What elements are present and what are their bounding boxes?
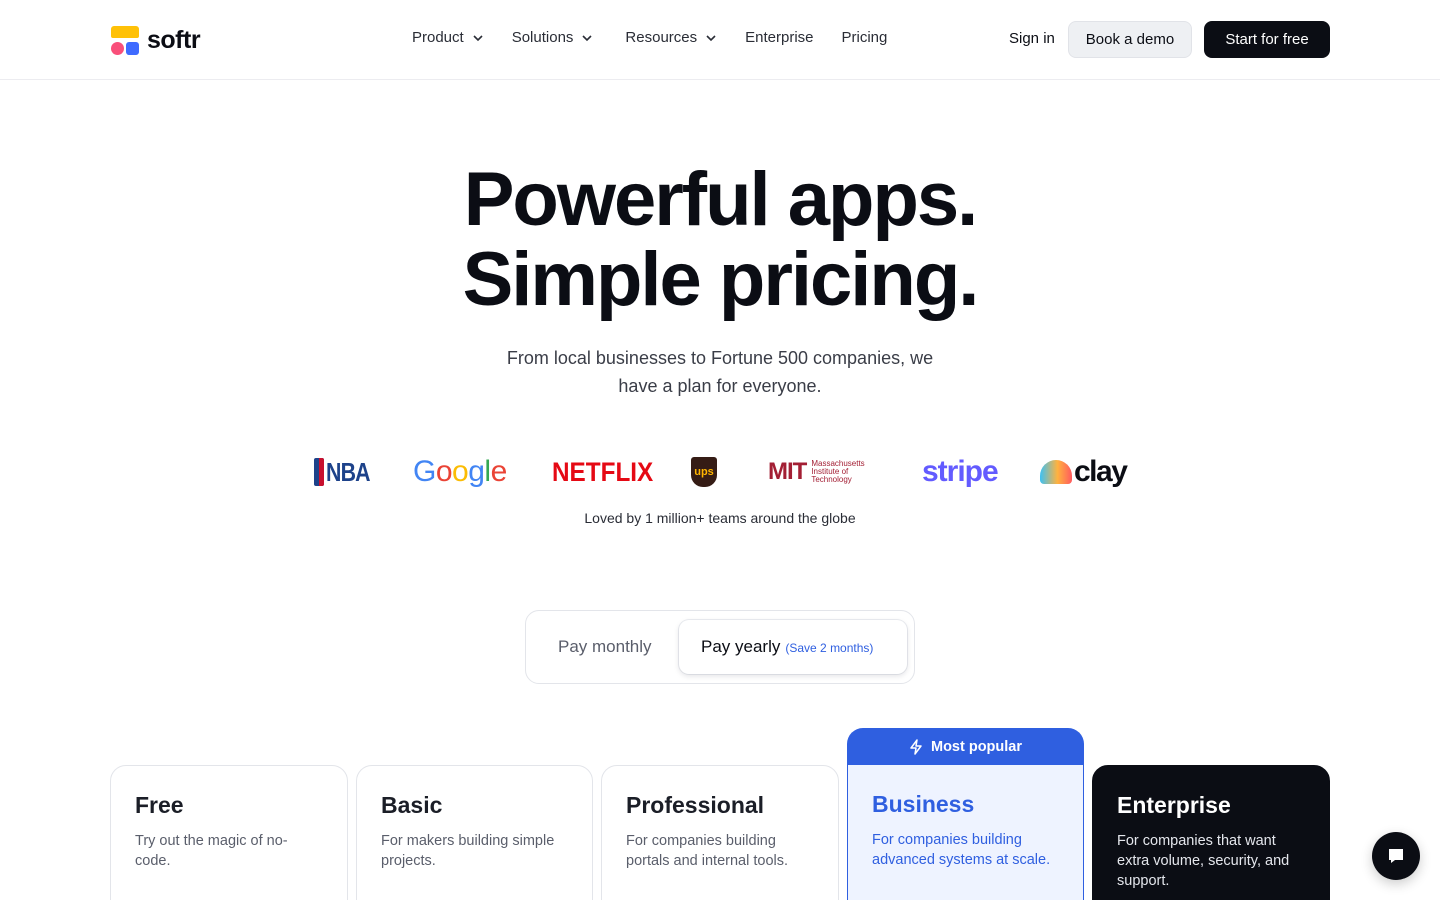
logo-text: softr: [147, 25, 201, 54]
billing-toggle: Pay monthly Pay yearly (Save 2 months): [525, 610, 915, 684]
google-letter: o: [435, 455, 453, 488]
plan-description: For companies building advanced systems …: [872, 832, 1051, 868]
nav-enterprise[interactable]: Enterprise: [745, 29, 813, 46]
book-demo-button[interactable]: Book a demo: [1068, 21, 1192, 58]
plan-card-professional: Professional For companies building port…: [601, 765, 839, 900]
nav-product-label: Product: [412, 29, 464, 46]
pay-yearly-label: Pay yearly: [701, 637, 781, 656]
site-header: softr Product Solutions Resources Enterp…: [0, 0, 1440, 80]
most-popular-badge: Most popular: [847, 728, 1084, 766]
plan-name: Business: [872, 791, 975, 817]
plan-description: For companies building portals and inter…: [626, 833, 789, 869]
plan-description: Try out the magic of no-code.: [135, 833, 288, 869]
chevron-down-icon: [582, 34, 592, 41]
start-free-button[interactable]: Start for free: [1204, 21, 1330, 58]
hero-title-line2: Simple pricing.: [462, 237, 980, 322]
pay-yearly-option[interactable]: Pay yearly (Save 2 months): [679, 620, 907, 674]
ups-shield-icon: ups: [691, 457, 717, 487]
plan-description: For makers building simple projects.: [381, 833, 555, 869]
google-letter: o: [452, 455, 469, 488]
clay-mark-icon: [1040, 460, 1072, 484]
plan-card-business: Business For companies building advanced…: [847, 765, 1084, 900]
plan-name: Free: [135, 792, 184, 818]
hero-title: Powerful apps. Simple pricing.: [320, 160, 1120, 320]
nav-resources[interactable]: Resources: [625, 29, 717, 46]
nav-resources-label: Resources: [625, 29, 698, 46]
google-letter: G: [413, 455, 436, 488]
hero-title-line1: Powerful apps.: [463, 157, 979, 242]
nav-enterprise-label: Enterprise: [745, 29, 814, 46]
customer-logos: NBA Google NETFLIX ups MIT Massachusetts…: [300, 452, 1140, 492]
pay-monthly-option[interactable]: Pay monthly: [558, 637, 652, 657]
google-letter: g: [468, 455, 485, 488]
mit-mark: MIT: [768, 458, 807, 485]
stripe-logo: stripe: [922, 455, 999, 488]
plan-card-enterprise: Enterprise For companies that want extra…: [1092, 765, 1330, 900]
chat-bubble-icon: [1389, 849, 1403, 863]
clay-logo-text: clay: [1074, 455, 1128, 488]
nav-pricing-label: Pricing: [841, 29, 888, 46]
lightning-icon: [910, 739, 922, 755]
social-proof-text: Loved by 1 million+ teams around the glo…: [584, 510, 856, 526]
netflix-logo: NETFLIX: [552, 456, 654, 487]
softr-logo[interactable]: softr: [111, 25, 201, 55]
nav-pricing[interactable]: Pricing: [842, 29, 888, 46]
plan-name: Enterprise: [1117, 792, 1231, 818]
plan-card-free: Free Try out the magic of no-code.: [110, 765, 348, 900]
google-logo: Google: [413, 452, 507, 492]
plan-name: Basic: [381, 792, 443, 818]
nav-solutions-label: Solutions: [511, 29, 574, 46]
softr-logo-icon: [111, 25, 139, 55]
nav-product[interactable]: Product: [412, 29, 484, 46]
plan-description: For companies that want extra volume, se…: [1117, 833, 1290, 889]
sign-in-link[interactable]: Sign in: [1009, 30, 1055, 47]
hero-subtitle: From local businesses to Fortune 500 com…: [506, 348, 934, 396]
mit-logo: MIT Massachusetts Institute of Technolog…: [768, 452, 883, 492]
chevron-down-icon: [473, 34, 483, 41]
yearly-savings-note: (Save 2 months): [785, 641, 874, 655]
main-nav: Product Solutions Resources Enterprise P…: [412, 29, 915, 46]
nba-logo: NBA: [314, 452, 379, 492]
mit-words: Massachusetts Institute of Technology: [811, 459, 865, 484]
ups-logo: ups: [691, 452, 717, 492]
nba-mark-icon: [314, 458, 324, 486]
google-letter: e: [490, 455, 508, 488]
plan-name: Professional: [626, 792, 765, 818]
nav-solutions[interactable]: Solutions: [512, 29, 594, 46]
clay-logo: clay: [1040, 452, 1128, 492]
plan-card-basic: Basic For makers building simple project…: [356, 765, 593, 900]
nba-logo-text: NBA: [326, 456, 371, 487]
chat-launcher-button[interactable]: [1372, 832, 1420, 880]
most-popular-label: Most popular: [930, 739, 1023, 755]
chevron-down-icon: [706, 34, 716, 41]
